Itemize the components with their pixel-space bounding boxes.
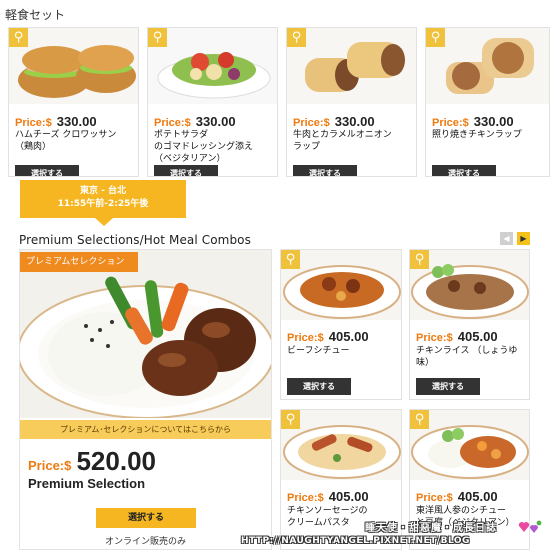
zoom-icon[interactable]: ⚲ bbox=[281, 410, 300, 429]
price: Price:$ 330.00 bbox=[15, 114, 97, 129]
price: Price:$ 330.00 bbox=[432, 114, 514, 129]
zoom-icon[interactable]: ⚲ bbox=[287, 28, 306, 47]
zoom-icon[interactable]: ⚲ bbox=[410, 410, 429, 429]
zoom-icon[interactable]: ⚲ bbox=[426, 28, 445, 47]
price: Price:$ 405.00 bbox=[416, 489, 498, 504]
select-button[interactable]: 選択する bbox=[293, 165, 357, 176]
zoom-icon[interactable]: ⚲ bbox=[148, 28, 167, 47]
premium-selection-card[interactable]: プレミアムセレクション プレミアム･セレクションについてはこちらから Price… bbox=[17, 249, 275, 550]
item-name: 照り焼きチキンラップ bbox=[432, 130, 522, 140]
premium-select-button[interactable]: 選択する bbox=[96, 508, 196, 528]
select-button[interactable]: 選択する bbox=[287, 378, 351, 395]
premium-name: Premium Selection bbox=[28, 476, 146, 491]
section-title-light-meals: 軽食セット bbox=[5, 8, 66, 22]
price: Price:$ 405.00 bbox=[287, 329, 369, 344]
item-name: ビーフシチュー bbox=[287, 346, 350, 356]
zoom-icon[interactable]: ⚲ bbox=[281, 250, 300, 269]
arrow-right-icon[interactable]: ▶ bbox=[517, 232, 530, 245]
product-card-croissant[interactable]: ⚲ Price:$ 330.00 ハムチーズ クロワッサン （鶏肉） 選択する bbox=[8, 27, 139, 177]
product-card-potato-salad[interactable]: ⚲ Price:$ 330.00 ポテトサラダ のゴマドレッシング添え （ベジタ… bbox=[147, 27, 278, 177]
price: Price:$ 330.00 bbox=[154, 114, 236, 129]
zoom-icon[interactable]: ⚲ bbox=[9, 28, 28, 47]
flight-info-tab: 東京 - 台北 11:55午前-2:25午後 bbox=[20, 180, 186, 218]
hearts-icon bbox=[518, 520, 542, 533]
item-name: 牛肉とカラメルオニオン ラップ bbox=[293, 130, 392, 152]
product-card-beef-stew[interactable]: ⚲ Price:$ 405.00 ビーフシチュー 選択する bbox=[280, 249, 402, 400]
section-title-premium: Premium Selections/Hot Meal Combos bbox=[19, 233, 251, 247]
zoom-icon[interactable]: ⚲ bbox=[410, 250, 429, 269]
price: Price:$ 330.00 bbox=[293, 114, 375, 129]
product-photo[interactable] bbox=[287, 28, 416, 104]
flight-time: 11:55午前-2:25午後 bbox=[57, 199, 149, 209]
select-button[interactable]: 選択する bbox=[154, 165, 218, 176]
product-card-beef-wrap[interactable]: ⚲ Price:$ 330.00 牛肉とカラメルオニオン ラップ 選択する bbox=[286, 27, 417, 177]
arrow-left-icon[interactable]: ◀ bbox=[500, 232, 513, 245]
product-photo[interactable] bbox=[148, 28, 277, 104]
watermark-blog-title: 睡天使・甜惡魔・成長日誌 bbox=[365, 523, 497, 534]
flight-route: 東京 - 台北 bbox=[79, 186, 126, 196]
product-card-teriyaki-wrap[interactable]: ⚲ Price:$ 330.00 照り焼きチキンラップ 選択する bbox=[425, 27, 550, 177]
product-card-chicken-rice[interactable]: ⚲ Price:$ 405.00 チキンライス （しょうゆ味） 選択する bbox=[409, 249, 530, 400]
online-only-note: オンライン販売のみ bbox=[104, 537, 186, 547]
price: Price:$ 405.00 bbox=[416, 329, 498, 344]
premium-info-link[interactable]: プレミアム･セレクションについてはこちらから bbox=[20, 420, 271, 439]
premium-price: Price:$ 520.00 bbox=[28, 446, 156, 476]
premium-photo[interactable] bbox=[17, 250, 275, 419]
product-photo[interactable] bbox=[9, 28, 138, 104]
price: Price:$ 405.00 bbox=[287, 489, 369, 504]
item-name: チキンライス （しょうゆ味） bbox=[416, 346, 518, 368]
select-button[interactable]: 選択する bbox=[432, 165, 496, 176]
item-name: ポテトサラダ のゴマドレッシング添え （ベジタリアン） bbox=[154, 130, 254, 164]
premium-banner: プレミアムセレクション bbox=[20, 252, 138, 272]
select-button[interactable]: 選択する bbox=[15, 165, 79, 176]
select-button[interactable]: 選択する bbox=[416, 378, 480, 395]
item-name: ハムチーズ クロワッサン （鶏肉） bbox=[15, 130, 117, 152]
flight-tab-pointer bbox=[95, 218, 113, 226]
watermark-blog-url: HTTP://NAUGHTYANGEL.PIXNET.NET/BLOG bbox=[241, 536, 470, 546]
